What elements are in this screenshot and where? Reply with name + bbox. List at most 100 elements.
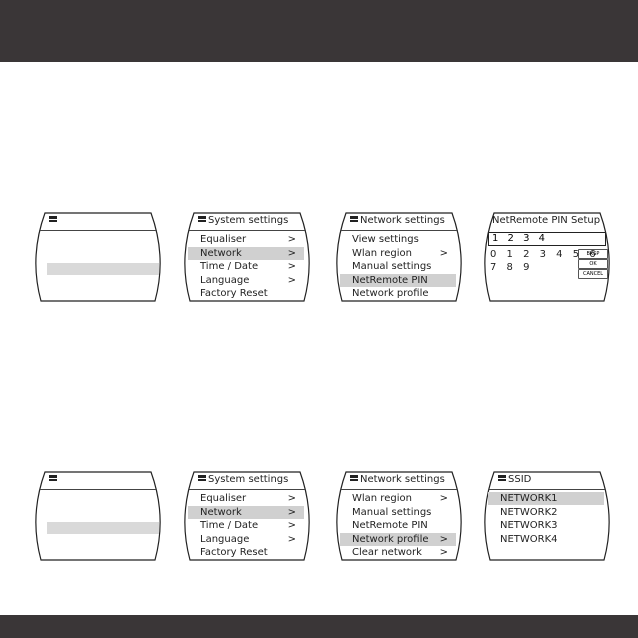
- menu-item[interactable]: Wlan region >: [340, 247, 456, 260]
- lcd-screen-screen2: System settings Equaliser > Network > Time / …: [182, 212, 312, 302]
- pin-value: 1 2 3 4: [492, 233, 548, 244]
- divider: [39, 489, 157, 490]
- screen-title: [49, 215, 59, 226]
- menu-item[interactable]: Network >: [188, 246, 304, 260]
- menu-item[interactable]: NETWORK1: [488, 492, 604, 505]
- menu-item[interactable]: Factory Reset: [188, 287, 304, 300]
- menu-item[interactable]: Equaliser >: [188, 233, 304, 246]
- menu-item-label: NETWORK3: [500, 520, 558, 531]
- chevron-right-icon: >: [439, 533, 448, 545]
- menu-item-label: Equaliser: [200, 234, 247, 245]
- pin-input[interactable]: 1 2 3 4: [488, 232, 606, 246]
- lcd-screen-screen3: Network settings Wlan region > Manual setti…: [334, 471, 464, 561]
- menu-item-label: NetRemote PIN: [352, 520, 428, 531]
- menu-item-label: NETWORK4: [500, 533, 558, 545]
- menu-item-label: Network: [200, 247, 242, 259]
- menu-icon: [49, 216, 57, 222]
- menu-item-label: Factory Reset: [200, 288, 268, 299]
- screen-title-text: System settings: [208, 215, 289, 226]
- menu-icon: [498, 475, 506, 481]
- menu-item-label: Time / Date: [200, 261, 259, 272]
- chevron-right-icon: >: [287, 247, 296, 259]
- footer-band: [0, 615, 638, 638]
- screen-title-text: Network settings: [360, 215, 445, 226]
- divider: [188, 489, 306, 490]
- screen-title-text: System settings: [208, 474, 289, 485]
- lcd-screen-screen3: Network settings View settings Wlan region…: [334, 212, 464, 302]
- menu-item[interactable]: Manual settings: [340, 260, 456, 273]
- screen-title: Network settings: [350, 215, 445, 226]
- menu-item-label: NETWORK1: [500, 493, 558, 504]
- header-band: [0, 0, 638, 62]
- menu-item[interactable]: Factory Reset: [188, 546, 304, 559]
- ok-button[interactable]: OK: [578, 259, 608, 269]
- menu-item-label: Wlan region: [352, 247, 412, 259]
- menu-item[interactable]: NETWORK3: [488, 519, 604, 532]
- digits-2: 7 8 9: [490, 262, 533, 273]
- lcd-screen-screen1: [33, 471, 163, 561]
- screen-title: [49, 474, 59, 485]
- selected-row: [47, 522, 159, 534]
- chevron-right-icon: >: [439, 547, 448, 558]
- lcd-screen-screen1: [33, 212, 163, 302]
- menu-item[interactable]: View settings: [340, 233, 456, 246]
- divider: [39, 230, 157, 231]
- menu-icon: [198, 475, 206, 481]
- menu-item-label: Language: [200, 274, 250, 286]
- divider: [340, 489, 458, 490]
- menu-item-label: Wlan region: [352, 493, 412, 504]
- menu-item[interactable]: Time / Date >: [188, 519, 304, 532]
- menu-item-label: Network profile: [352, 288, 429, 299]
- menu-item[interactable]: NetRemote PIN: [340, 519, 456, 532]
- menu-item[interactable]: Clear network >: [340, 546, 456, 559]
- chevron-right-icon: >: [287, 274, 296, 286]
- menu-item[interactable]: Equaliser >: [188, 492, 304, 505]
- bksp-button[interactable]: BKSP: [578, 249, 608, 259]
- menu-item[interactable]: Time / Date >: [188, 260, 304, 273]
- menu-icon: [350, 216, 358, 222]
- chevron-right-icon: >: [287, 234, 296, 245]
- chevron-right-icon: >: [287, 520, 296, 531]
- menu-item-label: NETWORK2: [500, 506, 558, 518]
- menu-item[interactable]: Language >: [188, 274, 304, 287]
- menu-item[interactable]: Wlan region >: [340, 492, 456, 505]
- menu-item[interactable]: NETWORK2: [488, 506, 604, 519]
- divider: [188, 230, 306, 231]
- menu-item-label: NetRemote PIN: [352, 274, 428, 286]
- menu-item-label: Network profile: [352, 533, 429, 545]
- chevron-right-icon: >: [287, 493, 296, 504]
- digit-row[interactable]: 7 8 9: [490, 262, 533, 273]
- menu-item[interactable]: NetRemote PIN: [340, 273, 456, 287]
- chevron-right-icon: >: [287, 261, 296, 272]
- menu-icon: [198, 216, 206, 222]
- screen-title-text: Network settings: [360, 474, 445, 485]
- menu-item[interactable]: Network >: [188, 505, 304, 519]
- menu-icon: [350, 475, 358, 481]
- chevron-right-icon: >: [287, 506, 296, 518]
- menu-item-label: Clear network: [352, 547, 422, 558]
- lcd-screen-screen4: SSID NETWORK1 NETWORK2 NETWORK3 NETWORK4: [482, 471, 612, 561]
- screen-title: System settings: [198, 474, 288, 485]
- menu-item-label: Network: [200, 506, 242, 518]
- lcd-screen-screen4: NetRemote PIN Setup 1 2 3 40 1 2 3 4 5 67…: [482, 212, 612, 302]
- screen-title: System settings: [198, 215, 288, 226]
- menu-item-label: View settings: [352, 234, 419, 245]
- lcd-screen-screen2: System settings Equaliser > Network > Time / …: [182, 471, 312, 561]
- screen-title-text: SSID: [508, 474, 532, 485]
- menu-item[interactable]: Manual settings: [340, 506, 456, 519]
- cancel-button[interactable]: CANCEL: [578, 269, 608, 279]
- menu-item[interactable]: Language >: [188, 533, 304, 546]
- menu-item-label: Manual settings: [352, 261, 432, 272]
- menu-item[interactable]: Network profile: [340, 287, 456, 300]
- menu-item-label: Equaliser: [200, 493, 247, 504]
- menu-item[interactable]: NETWORK4: [488, 533, 604, 546]
- screen-title: SSID: [498, 474, 531, 485]
- selected-row: [47, 263, 159, 275]
- menu-item-label: Language: [200, 533, 250, 545]
- menu-item-label: Factory Reset: [200, 547, 268, 558]
- menu-item[interactable]: Network profile >: [340, 532, 456, 546]
- divider: [340, 230, 458, 231]
- chevron-right-icon: >: [287, 533, 296, 545]
- screen-title: NetRemote PIN Setup: [492, 215, 601, 226]
- menu-item-label: Manual settings: [352, 506, 432, 518]
